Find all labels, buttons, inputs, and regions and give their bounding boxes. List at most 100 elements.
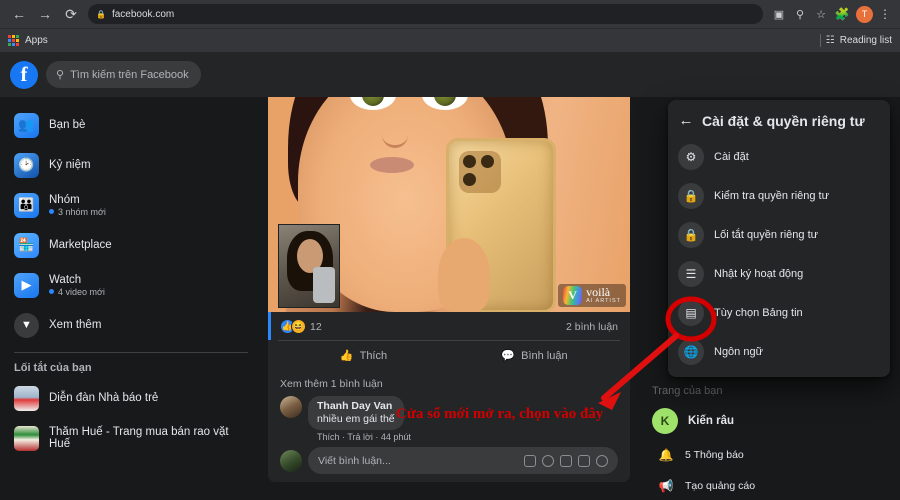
search-field[interactable] xyxy=(70,68,191,81)
image-decoration xyxy=(459,151,501,193)
avatar: K xyxy=(652,408,678,434)
chevron-down-icon: ▼ xyxy=(14,312,39,338)
comments-section: Xem thêm 1 bình luận Thanh Day Van nhiều… xyxy=(268,370,630,482)
camera-icon[interactable] xyxy=(560,454,572,467)
sidebar-item-marketplace[interactable]: 🏪 Marketplace xyxy=(8,225,254,265)
shortcut-label: Diễn đàn Nhà báo trẻ xyxy=(49,392,159,404)
post-stats: 👍 😆 12 2 bình luận xyxy=(268,312,630,340)
memories-clock-icon: 🕑 xyxy=(14,152,39,178)
sidebar-item-groups[interactable]: 👪 Nhóm 3 nhóm mới xyxy=(8,185,254,225)
comment-bubble: Thanh Day Van nhiều em gái thế xyxy=(308,396,404,431)
news-feed: V voilà AI ARTIST 👍 😆 12 2 bình luận 👍 T… xyxy=(268,88,630,500)
groups-icon: 👪 xyxy=(14,192,39,218)
marketplace-icon: 🏪 xyxy=(14,232,39,258)
lock-icon: 🔒 xyxy=(678,221,704,248)
sidebar-item-see-more[interactable]: ▼ Xem thêm xyxy=(8,305,254,345)
sidebar-item-label: Xem thêm xyxy=(49,319,102,331)
avatar xyxy=(280,449,302,472)
like-button[interactable]: 👍 Thích xyxy=(278,341,449,370)
post-action-bar: 👍 Thích 💬 Bình luận xyxy=(278,340,620,370)
panel-item-privacy-checkup[interactable]: 🔒 Kiểm tra quyền riêng tư xyxy=(668,176,890,215)
feed-post: V voilà AI ARTIST 👍 😆 12 2 bình luận 👍 T… xyxy=(268,88,630,483)
image-decoration xyxy=(438,238,490,312)
comment-button-label: Bình luận xyxy=(521,349,568,362)
forward-arrow-icon[interactable]: → xyxy=(32,1,58,27)
page-thumbnail-icon xyxy=(14,425,39,451)
sidebar-item-label: Bạn bè xyxy=(49,119,86,131)
view-more-comments-link[interactable]: Xem thêm 1 bình luận xyxy=(280,376,618,396)
sidebar-item-memories[interactable]: 🕑 Kỷ niệm xyxy=(8,145,254,185)
emoji-icon[interactable] xyxy=(524,454,536,467)
create-ad-item[interactable]: 📢 Tạo quảng cáo xyxy=(648,470,890,500)
create-ad-label: Tạo quảng cáo xyxy=(685,479,756,492)
composer-icons xyxy=(524,454,608,467)
panel-item-label: Kiểm tra quyền riêng tư xyxy=(714,189,829,202)
page-item[interactable]: K Kiến râu xyxy=(648,403,890,439)
apps-grid-icon[interactable] xyxy=(8,35,19,46)
thumbs-up-icon: 👍 xyxy=(339,350,354,362)
chrome-profile-avatar[interactable]: T xyxy=(856,5,873,23)
puzzle-extension-icon[interactable]: 🧩 xyxy=(831,3,853,25)
search-icon[interactable]: ⚲ xyxy=(790,4,810,24)
lock-check-icon: 🔒 xyxy=(678,182,704,209)
search-icon: ⚲ xyxy=(56,69,65,81)
friends-icon: 👥 xyxy=(14,112,39,138)
inset-photo xyxy=(278,224,340,308)
page-notifications-item[interactable]: 🔔 5 Thông báo xyxy=(648,439,890,470)
sidebar-shortcut-item[interactable]: Diễn đàn Nhà báo trẻ xyxy=(8,378,254,418)
panel-item-language[interactable]: 🌐 Ngôn ngữ xyxy=(668,332,890,371)
your-pages-heading: Trang của bạn xyxy=(652,385,723,397)
avatar[interactable] xyxy=(280,396,302,418)
comment-author[interactable]: Thanh Day Van xyxy=(317,400,395,413)
panel-header: ← Cài đặt & quyền riêng tư xyxy=(668,108,890,137)
reload-icon[interactable]: ⟳ xyxy=(58,1,84,27)
page-name: Kiến râu xyxy=(688,415,735,427)
bookmarks-bar-right: ☷ Reading list xyxy=(819,34,892,47)
voila-tagline: AI ARTIST xyxy=(586,298,621,305)
avatar-sticker-icon[interactable] xyxy=(596,454,608,467)
panel-item-activity-log[interactable]: ☰ Nhật ký hoạt động xyxy=(668,254,890,293)
gif-icon[interactable] xyxy=(578,454,590,467)
sticker-icon[interactable] xyxy=(542,454,554,467)
gear-icon: ⚙ xyxy=(678,143,704,170)
sidebar-shortcut-item[interactable]: Thăm Huế - Trang mua bán rao vặt Huế xyxy=(8,418,254,458)
apps-label[interactable]: Apps xyxy=(25,35,48,46)
image-decoration xyxy=(370,157,414,173)
post-image[interactable]: V voilà AI ARTIST xyxy=(268,88,630,312)
browser-toolbar: ← → ⟳ 🔒 facebook.com ▣ ⚲ ☆ 🧩 T ⋮ xyxy=(0,0,900,28)
translate-icon[interactable]: ▣ xyxy=(769,4,789,24)
kebab-menu-icon[interactable]: ⋮ xyxy=(876,7,894,21)
sidebar-item-friends[interactable]: 👥 Bạn bè xyxy=(8,105,254,145)
left-sidebar: 👥 Bạn bè 🕑 Kỷ niệm 👪 Nhóm 3 nhóm mới 🏪 M… xyxy=(0,97,262,500)
address-bar[interactable]: 🔒 facebook.com xyxy=(88,4,763,24)
sidebar-item-label: Marketplace xyxy=(49,239,112,251)
panel-item-privacy-shortcuts[interactable]: 🔒 Lối tắt quyền riêng tư xyxy=(668,215,890,254)
omnibox-actions: ▣ ⚲ ☆ xyxy=(769,4,831,24)
comment-composer: Viết bình luận... xyxy=(280,447,618,475)
reading-list-label[interactable]: Reading list xyxy=(840,35,892,46)
voila-logo-icon: V xyxy=(563,286,583,305)
comment-button[interactable]: 💬 Bình luận xyxy=(449,341,620,370)
sidebar-item-sublabel: 3 nhóm mới xyxy=(58,206,106,217)
reactions[interactable]: 👍 😆 12 xyxy=(280,319,322,334)
sidebar-item-watch[interactable]: ▶ Watch 4 video mới xyxy=(8,265,254,305)
bell-icon: 🔔 xyxy=(658,447,674,462)
sidebar-item-sublabel-wrap: 3 nhóm mới xyxy=(49,207,106,217)
shortcut-label: Thăm Huế - Trang mua bán rao vặt Huế xyxy=(49,426,229,450)
panel-item-label: Cài đặt xyxy=(714,150,749,163)
address-bar-url: facebook.com xyxy=(111,8,175,20)
bookmarks-bar: Apps ☷ Reading list xyxy=(0,28,900,52)
back-arrow-icon[interactable]: ← xyxy=(6,1,32,27)
panel-item-label: Nhật ký hoạt động xyxy=(714,267,804,280)
bookmark-star-icon[interactable]: ☆ xyxy=(811,4,831,24)
comment-meta[interactable]: Thích · Trả lời · 44 phút xyxy=(308,430,411,442)
comment-input[interactable]: Viết bình luận... xyxy=(308,447,618,475)
back-arrow-icon[interactable]: ← xyxy=(678,112,694,129)
panel-item-news-feed-preferences[interactable]: ▤ Tùy chọn Bảng tin xyxy=(668,293,890,332)
search-input[interactable]: ⚲ xyxy=(46,61,201,88)
activity-log-list-icon: ☰ xyxy=(678,260,704,287)
panel-item-settings[interactable]: ⚙ Cài đặt xyxy=(668,137,890,176)
facebook-logo[interactable]: f xyxy=(10,60,38,89)
comment-count[interactable]: 2 bình luận xyxy=(566,321,618,333)
watch-icon: ▶ xyxy=(14,272,39,298)
